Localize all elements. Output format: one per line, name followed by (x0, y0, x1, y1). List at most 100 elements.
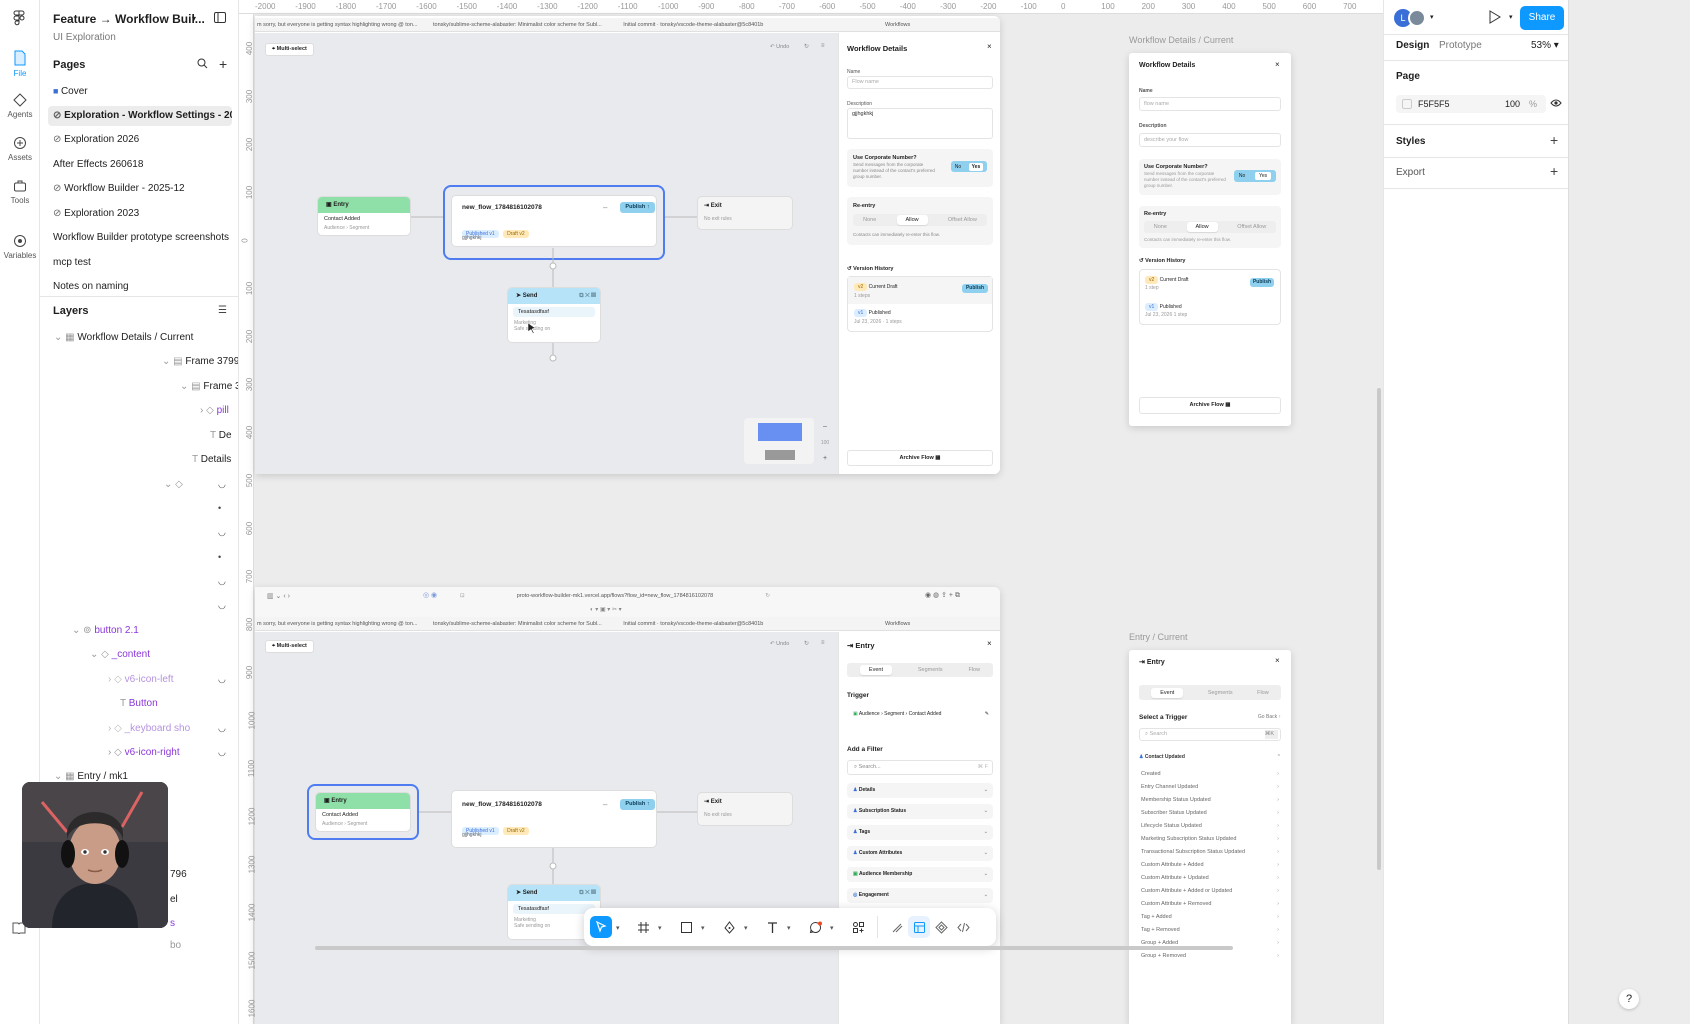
trigger-option[interactable]: Tag + Added › (1141, 914, 1279, 920)
minus-icon[interactable]: – (603, 203, 607, 212)
add-step-connector[interactable] (549, 343, 557, 363)
minimap[interactable] (744, 418, 814, 464)
browser-tab[interactable]: tonsky/sublime-scheme-alabaster: Minimal… (419, 621, 602, 627)
trigger-option[interactable]: Custom Attribute + Removed › (1141, 901, 1279, 907)
sidebar-toggle-icon[interactable] (214, 12, 226, 23)
layer-row[interactable]: ⌄ ▤ Frame 3 (180, 381, 238, 392)
tab-design[interactable]: Design (1396, 40, 1429, 51)
help-button[interactable]: ? (1619, 989, 1639, 1009)
zoom-controls[interactable]: – 100 + (818, 419, 832, 467)
eye-icon[interactable] (1550, 98, 1562, 108)
dot-icon[interactable]: • (218, 552, 221, 562)
chevron-down-icon[interactable]: ▾ (744, 924, 748, 932)
shape-tool-button[interactable] (675, 916, 697, 938)
filter-group[interactable]: ♟ Tags ⌄ (847, 825, 993, 840)
entry-node[interactable]: ▣ Entry Contact Added Audience › Segment (315, 792, 411, 832)
close-icon[interactable]: × (1275, 656, 1280, 665)
tab-segments[interactable]: Segments (918, 667, 943, 673)
trigger-group-header[interactable]: ♟ Contact Updated ⌃ (1139, 754, 1281, 760)
reentry-segmented[interactable]: None Allow Offset Allow (853, 214, 987, 226)
reentry-offset[interactable]: Offset Allow (948, 217, 977, 223)
layer-row[interactable]: ⌄ ▦ Entry / mk1 (54, 771, 128, 782)
chevron-down-icon[interactable]: ▾ (830, 924, 834, 932)
multiselect-button[interactable]: ⌖ Multi-select (265, 43, 314, 56)
zoom-in-icon[interactable]: + (818, 451, 832, 467)
browser-tab[interactable]: Initial commit · tonsky/vscode-theme-ala… (603, 22, 763, 28)
toggle-no[interactable]: No (955, 164, 961, 170)
file-title[interactable]: Feature → Workflow Buil... (53, 12, 205, 26)
page-color-field[interactable]: F5F5F5 100 % (1396, 95, 1546, 113)
archive-flow-button[interactable]: Archive Flow ▦ (847, 450, 993, 466)
frame-label-details[interactable]: Workflow Details / Current (1129, 35, 1233, 45)
layer-row[interactable]: el (170, 894, 178, 905)
eye-icon[interactable]: ◡ (218, 674, 226, 685)
trigger-row[interactable]: ▣ Audience › Segment › Contact Added ✎ (847, 707, 993, 721)
layer-row[interactable]: 796 (170, 869, 187, 880)
filter-group[interactable]: ▣ Audience Membership ⌄ (847, 867, 993, 882)
layer-row[interactable]: ⌄ ▦ Workflow Details / Current (54, 332, 193, 343)
avatar-2[interactable] (1408, 9, 1426, 27)
layer-row[interactable]: › ◇ v6-icon-right (108, 747, 180, 758)
reentry-offset[interactable]: Offset Allow (1237, 224, 1266, 230)
page-item[interactable]: ⊘ Exploration 2026 (48, 130, 232, 150)
go-back-link[interactable]: Go Back ↑ (1258, 714, 1281, 720)
entry-tabs[interactable]: Event Segments Flow (847, 663, 993, 677)
trigger-option[interactable]: Lifecycle Status Updated › (1141, 823, 1279, 829)
multiselect-button[interactable]: ⌖ Multi-select (265, 640, 314, 653)
design-mode-button[interactable] (908, 916, 930, 938)
toggle-yes[interactable]: Yes (1254, 172, 1272, 180)
add-export-icon[interactable]: + (1550, 163, 1558, 179)
layer-row[interactable]: ⌄ ◇ (164, 479, 183, 490)
chevron-down-icon[interactable]: ▾ (658, 924, 662, 932)
redo-icon[interactable]: ↻ (804, 43, 809, 50)
dot-icon[interactable]: • (218, 503, 221, 513)
trigger-option[interactable]: Created › (1141, 771, 1279, 777)
toggle-yes[interactable]: Yes (968, 162, 984, 171)
browser-tab[interactable]: m sorry, but everyone is getting syntax … (255, 621, 417, 627)
layer-row[interactable]: T Details (192, 454, 231, 465)
color-swatch[interactable] (1402, 99, 1412, 109)
actions-button[interactable] (847, 916, 869, 938)
chevron-down-icon[interactable]: ▾ (192, 14, 196, 23)
version-publish-button[interactable]: Publish (962, 284, 988, 293)
rail-assets[interactable]: Assets (0, 136, 40, 162)
add-style-icon[interactable]: + (1550, 132, 1558, 148)
chevron-down-icon[interactable]: ▾ (616, 924, 620, 932)
layer-row[interactable]: ⌄ ◇ _content (90, 649, 150, 660)
layer-row[interactable]: s (170, 918, 175, 929)
page-item[interactable]: ⊘ Exploration 2023 (48, 204, 232, 224)
browser-actions[interactable]: ◉ ◍ ⇪ + ⧉ (925, 591, 960, 600)
filter-group[interactable]: ♟ Details ⌄ (847, 783, 993, 798)
page-item[interactable]: mcp test (48, 253, 232, 273)
desc-input[interactable]: describe your flow (1139, 133, 1281, 147)
exit-node[interactable]: ⇥ Exit No exit rules (697, 792, 793, 826)
page-item[interactable]: ⊘ Workflow Builder - 2025-12 (48, 179, 232, 199)
browser-tab[interactable]: m sorry, but everyone is getting syntax … (255, 22, 417, 28)
exit-node[interactable]: ⇥ Exit No exit rules (697, 196, 793, 230)
send-node[interactable]: ➤ Send ⧉ ✕ ▥ Tesatasdfasf Marketing Safe … (507, 287, 601, 343)
trigger-option[interactable]: Entry Channel Updated › (1141, 784, 1279, 790)
list-icon[interactable]: ≡ (821, 640, 825, 646)
flow-node[interactable]: new_flow_1784816102078 – Publish ↑ Publi… (451, 195, 657, 247)
trigger-option[interactable]: Group + Removed › (1141, 953, 1279, 959)
publish-button[interactable]: Publish ↑ (620, 202, 655, 213)
filter-group[interactable]: ♟ Custom Attributes ⌄ (847, 846, 993, 861)
undo-button[interactable]: ↶ Undo (770, 641, 789, 647)
canvas[interactable]: -2000 -1900 -1800 -1700 -1600 -1500 -1400 -1300… (239, 0, 1383, 1024)
eye-icon[interactable]: ◡ (218, 723, 226, 734)
browser-nav-icons[interactable]: ▥ ⌄ ‹ › (267, 592, 290, 600)
eye-icon[interactable]: ◡ (218, 479, 226, 490)
frame-label-entry[interactable]: Entry / Current (1129, 632, 1188, 642)
entry-node[interactable]: ▣ Entry Contact Added Audience › Segment (317, 196, 411, 236)
version-publish-button[interactable]: Publish (1250, 278, 1274, 287)
eye-icon[interactable]: ◡ (218, 527, 226, 538)
filter-search-input[interactable]: ⌕ Search... ⌘ F (847, 760, 993, 775)
reentry-none[interactable]: None (1154, 224, 1167, 230)
archive-flow-button[interactable]: Archive Flow ▦ (1139, 397, 1281, 414)
horizontal-scrollbar[interactable] (315, 946, 1233, 950)
trigger-option[interactable]: Custom Attribute + Added or Updated › (1141, 888, 1279, 894)
layers-list-icon[interactable]: ☰ (218, 305, 227, 316)
tab-event[interactable]: Event (1151, 687, 1184, 698)
dev-mode-button[interactable] (952, 916, 974, 938)
corp-toggle[interactable]: No Yes (1234, 170, 1276, 182)
